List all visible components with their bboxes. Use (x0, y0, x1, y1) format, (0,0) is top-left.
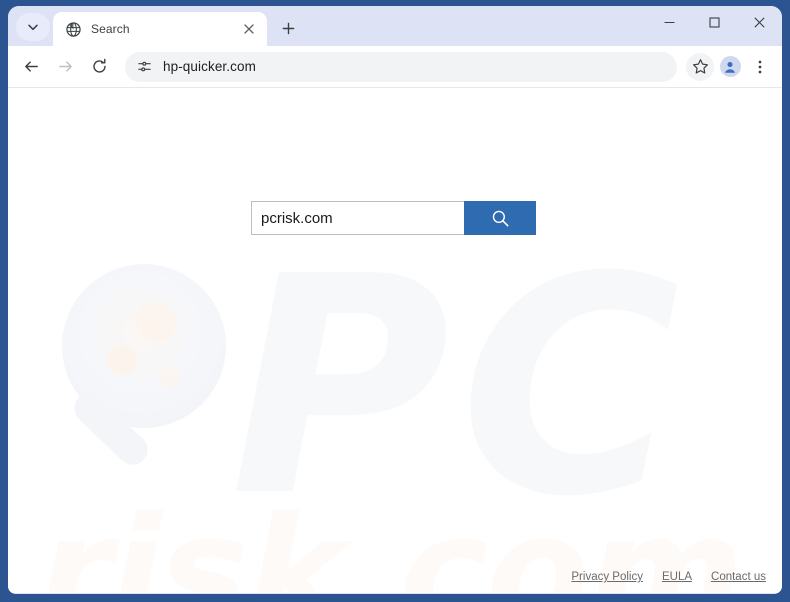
plus-icon (282, 22, 294, 34)
page-content: PC risk.com Privacy Policy EULA Contact … (8, 88, 782, 593)
brand-watermark-top: PC (230, 213, 691, 562)
maximize-icon (709, 16, 720, 28)
star-icon (692, 59, 708, 74)
search-input[interactable] (251, 201, 464, 235)
globe-icon (65, 21, 81, 37)
minimize-button[interactable] (647, 6, 692, 38)
tab-search[interactable]: Search (53, 12, 267, 46)
search-form (251, 201, 536, 235)
profile-button[interactable] (716, 53, 744, 81)
footer-links: Privacy Policy EULA Contact us (571, 571, 766, 583)
arrow-left-icon (24, 61, 38, 72)
close-window-button[interactable] (737, 6, 782, 38)
new-tab-button[interactable] (274, 14, 302, 42)
tab-title: Search (91, 22, 130, 36)
footer-link-eula[interactable]: EULA (662, 571, 692, 583)
close-icon (754, 16, 765, 28)
screenshot-root: Search hp-quicker.com PC risk.com pcrisk… (0, 0, 790, 602)
three-dots-vertical-icon (758, 60, 762, 73)
tab-search-button[interactable] (16, 13, 50, 41)
minimize-icon (664, 21, 675, 23)
tab-strip: Search (8, 6, 782, 46)
site-settings-button[interactable] (133, 56, 155, 78)
browser-menu-button[interactable] (746, 53, 774, 81)
tab-close-button[interactable] (239, 19, 259, 39)
footer-link-privacy-policy[interactable]: Privacy Policy (571, 571, 643, 583)
address-bar[interactable]: hp-quicker.com (125, 51, 677, 82)
bookmark-button[interactable] (686, 52, 714, 81)
avatar (719, 56, 741, 77)
tune-sliders-icon (137, 61, 151, 72)
footer-link-contact-us[interactable]: Contact us (711, 571, 766, 583)
window-controls (647, 6, 782, 46)
back-button[interactable] (16, 52, 46, 82)
search-icon (492, 210, 508, 226)
search-submit-button[interactable] (464, 201, 536, 235)
maximize-button[interactable] (692, 6, 737, 38)
magnifier-watermark-icon (62, 264, 226, 465)
reload-button[interactable] (84, 52, 114, 82)
forward-button[interactable] (50, 52, 80, 82)
browser-window: Search hp-quicker.com PC risk.com pcrisk… (8, 6, 782, 594)
address-bar-url: hp-quicker.com (163, 59, 256, 74)
reload-icon (92, 58, 106, 73)
arrow-right-icon (58, 61, 72, 72)
close-icon (244, 24, 254, 34)
browser-toolbar: hp-quicker.com (8, 46, 782, 88)
chevron-down-icon (28, 24, 38, 31)
person-icon (725, 61, 735, 73)
